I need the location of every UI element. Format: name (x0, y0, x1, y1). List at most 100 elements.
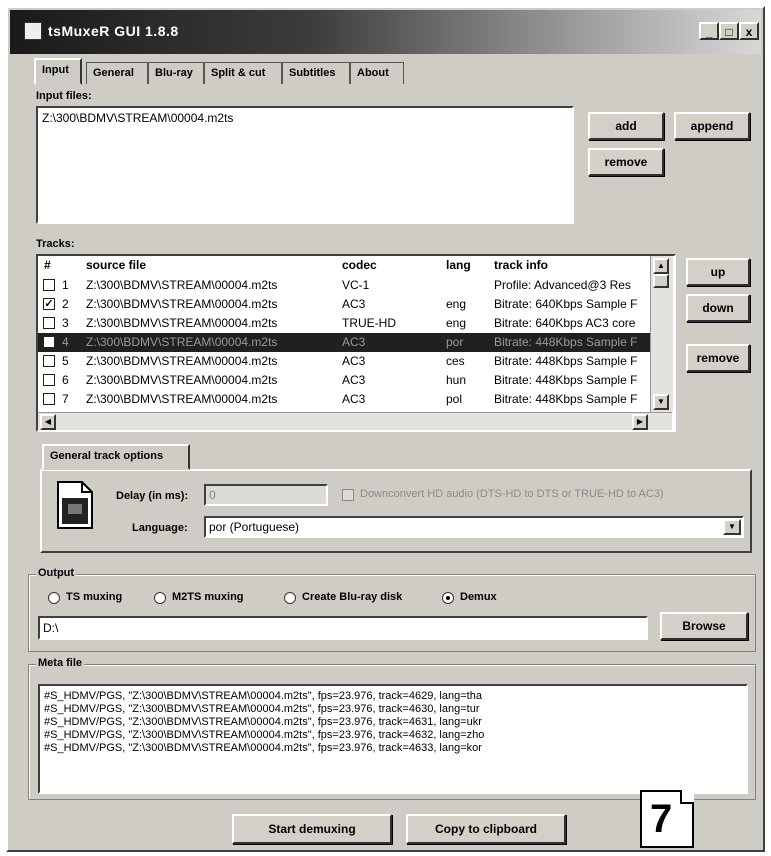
tab-subtitles[interactable]: Subtitles (282, 62, 350, 84)
meta-line: #S_HDMV/PGS, "Z:\300\BDMV\STREAM\00004.m… (44, 742, 482, 754)
ts-muxing-label: TS muxing (66, 591, 123, 603)
track-codec: AC3 (342, 354, 366, 368)
downconvert-label: Downconvert HD audio (DTS-HD to DTS or T… (360, 488, 664, 500)
col-codec: codec (342, 258, 377, 272)
track-codec: VC-1 (342, 278, 370, 292)
track-lang: eng (446, 297, 467, 311)
tab-about[interactable]: About (350, 62, 404, 84)
track-lang: ces (446, 354, 465, 368)
track-source-file: Z:\300\BDMV\STREAM\00004.m2ts (86, 297, 278, 311)
track-num: 6 (62, 373, 69, 387)
output-path-input[interactable]: D:\ (38, 616, 648, 640)
track-row[interactable]: 3 Z:\300\BDMV\STREAM\00004.m2ts TRUE-HD eng… (38, 314, 666, 333)
delay-input[interactable]: 0 (204, 484, 328, 506)
tab-general[interactable]: General (86, 62, 148, 84)
track-checkbox[interactable] (43, 374, 55, 386)
track-row[interactable]: 1 Z:\300\BDMV\STREAM\00004.m2ts VC-1 Profil… (38, 276, 666, 295)
scroll-left-icon[interactable]: ◀ (40, 414, 56, 430)
close-button[interactable]: x (739, 22, 759, 40)
track-row[interactable]: ✓ 2 Z:\300\BDMV\STREAM\00004.m2ts AC3 eng Bit… (38, 295, 666, 314)
track-codec: TRUE-HD (342, 316, 396, 330)
track-num: 2 (62, 297, 69, 311)
tab-split-cut[interactable]: Split & cut (204, 62, 282, 84)
track-info: Bitrate: 448Kbps Sample F (494, 335, 638, 349)
track-info: Bitrate: 448Kbps Sample F (494, 392, 638, 406)
track-source-file: Z:\300\BDMV\STREAM\00004.m2ts (86, 335, 278, 349)
scroll-up-icon[interactable]: ▲ (653, 258, 669, 274)
track-num: 7 (62, 392, 69, 406)
input-file-item[interactable]: Z:\300\BDMV\STREAM\00004.m2ts (42, 111, 233, 125)
output-group (28, 574, 756, 652)
tracks-table[interactable]: # source file codec lang track info 1 Z:\… (36, 254, 676, 432)
track-row[interactable]: 7 Z:\300\BDMV\STREAM\00004.m2ts AC3 pol Bitr… (38, 390, 666, 409)
app-icon (24, 22, 42, 40)
track-row[interactable]: 5 Z:\300\BDMV\STREAM\00004.m2ts AC3 ces Bitr… (38, 352, 666, 371)
track-checkbox[interactable] (43, 355, 55, 367)
track-info: Profile: Advanced@3 Res (494, 278, 631, 292)
page-corner-icon (680, 790, 694, 804)
track-info: Bitrate: 640Kbps Sample F (494, 297, 638, 311)
tab-general-track-options[interactable]: General track options (42, 444, 190, 470)
track-checkbox[interactable] (43, 393, 55, 405)
browse-button[interactable]: Browse (660, 612, 748, 640)
track-num: 4 (62, 335, 69, 349)
tracks-vscroll[interactable]: ▲ ▼ (650, 256, 673, 412)
track-source-file: Z:\300\BDMV\STREAM\00004.m2ts (86, 392, 278, 406)
track-source-file: Z:\300\BDMV\STREAM\00004.m2ts (86, 354, 278, 368)
track-row[interactable]: 6 Z:\300\BDMV\STREAM\00004.m2ts AC3 hun Bitr… (38, 371, 666, 390)
track-num: 5 (62, 354, 69, 368)
create-bluray-label: Create Blu-ray disk (302, 591, 403, 603)
radio-ts-muxing[interactable] (48, 592, 60, 604)
meta-textarea[interactable]: #S_HDMV/PGS, "Z:\300\BDMV\STREAM\00004.m… (38, 684, 748, 794)
track-source-file: Z:\300\BDMV\STREAM\00004.m2ts (86, 373, 278, 387)
scroll-right-icon[interactable]: ▶ (632, 414, 648, 430)
input-files-list[interactable]: Z:\300\BDMV\STREAM\00004.m2ts (36, 106, 574, 224)
downconvert-checkbox[interactable] (342, 489, 354, 501)
remove-track-button[interactable]: remove (686, 344, 750, 372)
track-checkbox[interactable] (43, 336, 55, 348)
col-track-info: track info (494, 258, 549, 272)
append-button[interactable]: append (674, 112, 750, 140)
output-legend: Output (36, 567, 77, 579)
language-label: Language: (132, 522, 188, 534)
tracks-hscroll[interactable]: ◀ ▶ (38, 412, 672, 430)
track-checkbox[interactable] (43, 279, 55, 291)
copy-to-clipboard-button[interactable]: Copy to clipboard (406, 814, 566, 844)
tab-blu-ray[interactable]: Blu-ray (148, 62, 204, 84)
down-button[interactable]: down (686, 294, 750, 322)
chevron-down-icon[interactable]: ▼ (723, 519, 741, 535)
meta-line: #S_HDMV/PGS, "Z:\300\BDMV\STREAM\00004.m… (44, 729, 485, 741)
output-path-value: D:\ (43, 621, 59, 635)
track-checkbox[interactable] (43, 317, 55, 329)
col-lang: lang (446, 258, 471, 272)
title-bar[interactable]: tsMuxeR GUI 1.8.8 _ □ x (10, 10, 761, 54)
track-codec: AC3 (342, 392, 366, 406)
up-button[interactable]: up (686, 258, 750, 286)
track-info: Bitrate: 640Kbps AC3 core (494, 316, 636, 330)
demux-label: Demux (460, 591, 497, 603)
track-info: Bitrate: 448Kbps Sample F (494, 354, 638, 368)
track-row[interactable]: 4 Z:\300\BDMV\STREAM\00004.m2ts AC3 por Bitr… (38, 333, 666, 352)
remove-file-button[interactable]: remove (588, 148, 664, 176)
start-demuxing-button[interactable]: Start demuxing (232, 814, 392, 844)
track-num: 3 (62, 316, 69, 330)
track-source-file: Z:\300\BDMV\STREAM\00004.m2ts (86, 278, 278, 292)
track-info: Bitrate: 448Kbps Sample F (494, 373, 638, 387)
radio-m2ts-muxing[interactable] (154, 592, 166, 604)
tab-input[interactable]: Input (34, 58, 82, 85)
radio-demux[interactable] (442, 592, 454, 604)
minimize-button[interactable]: _ (699, 22, 719, 40)
track-lang: por (446, 335, 464, 349)
language-select[interactable]: por (Portuguese) ▼ (204, 516, 744, 538)
track-codec: AC3 (342, 373, 366, 387)
col-num: # (44, 258, 51, 272)
maximize-button[interactable]: □ (719, 22, 739, 40)
add-button[interactable]: add (588, 112, 664, 140)
scroll-thumb[interactable] (653, 274, 669, 288)
radio-create-bluray[interactable] (284, 592, 296, 604)
track-codec: AC3 (342, 335, 366, 349)
track-options-panel (40, 469, 752, 553)
meta-legend: Meta file (36, 657, 85, 669)
scroll-down-icon[interactable]: ▼ (653, 394, 669, 410)
track-checkbox[interactable]: ✓ (43, 298, 55, 310)
